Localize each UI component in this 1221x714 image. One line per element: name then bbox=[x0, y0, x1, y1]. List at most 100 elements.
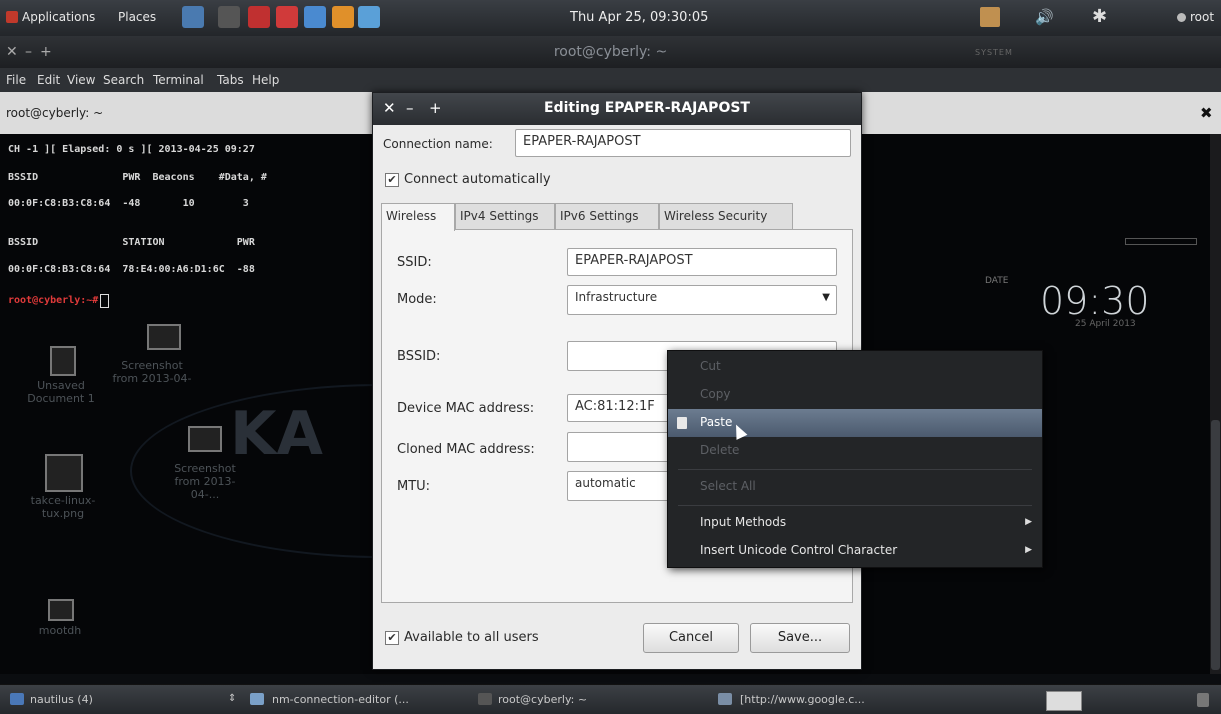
user-status-icon bbox=[1177, 13, 1186, 22]
terminal-line-4: BSSID STATION PWR bbox=[8, 237, 255, 248]
context-menu-insert-unicode[interactable]: Insert Unicode Control Character ▶ bbox=[668, 537, 1042, 565]
device-mac-label: Device MAC address: bbox=[397, 401, 535, 416]
insert-unicode-label: Insert Unicode Control Character bbox=[700, 543, 898, 557]
workspace-switcher[interactable] bbox=[1046, 691, 1082, 711]
tab-ipv4-settings[interactable]: IPv4 Settings bbox=[455, 203, 555, 229]
connection-name-label: Connection name: bbox=[383, 137, 493, 151]
available-to-all-users-checkbox[interactable]: ✔ bbox=[385, 631, 399, 645]
submenu-arrow-icon: ▶ bbox=[1025, 517, 1032, 527]
conky-date: 25 April 2013 bbox=[1075, 319, 1136, 329]
submenu-arrow-icon: ▶ bbox=[1025, 545, 1032, 555]
terminal-tab[interactable]: root@cyberly: ~ bbox=[6, 106, 103, 120]
taskbar-item-terminal[interactable]: root@cyberly: ~ bbox=[498, 693, 587, 712]
context-menu-input-methods[interactable]: Input Methods ▶ bbox=[668, 509, 1042, 537]
context-menu-separator-2 bbox=[678, 505, 1032, 506]
mtu-label: MTU: bbox=[397, 479, 431, 494]
distro-icon[interactable] bbox=[6, 11, 18, 23]
context-menu-copy[interactable]: Copy bbox=[668, 381, 1042, 409]
network-editor-icon bbox=[250, 693, 264, 705]
conky-network-bar bbox=[1125, 238, 1197, 245]
cancel-button[interactable]: Cancel bbox=[643, 623, 739, 653]
chevron-down-icon: ▼ bbox=[822, 292, 830, 303]
tab-close-icon[interactable]: ✖ bbox=[1200, 104, 1213, 122]
terminal-menubar: File Edit View Search Terminal Tabs Help bbox=[0, 68, 1221, 93]
terminal-scroll-thumb[interactable] bbox=[1211, 420, 1220, 670]
menu-terminal[interactable]: Terminal bbox=[153, 73, 204, 87]
available-to-all-users-label[interactable]: Available to all users bbox=[404, 630, 539, 645]
desktop-icon-doc[interactable] bbox=[50, 346, 76, 376]
taskbar-item-browser[interactable]: [http://www.google.c... bbox=[740, 693, 865, 712]
menu-edit[interactable]: Edit bbox=[37, 73, 60, 87]
menu-view[interactable]: View bbox=[67, 73, 95, 87]
conky-time: 09:30 bbox=[1040, 279, 1150, 323]
tab-wireless[interactable]: Wireless bbox=[381, 203, 455, 231]
ssid-label: SSID: bbox=[397, 255, 432, 270]
user-menu[interactable]: root bbox=[1190, 10, 1214, 24]
context-menu-select-all[interactable]: Select All bbox=[668, 473, 1042, 501]
taskbar-item-nautilus[interactable]: nautilus (4) bbox=[30, 693, 93, 712]
conky-system-label: SYSTEM bbox=[975, 48, 1013, 57]
launcher-icon-6[interactable] bbox=[332, 6, 354, 28]
panel-clock[interactable]: Thu Apr 25, 09:30:05 bbox=[570, 10, 708, 25]
bssid-label: BSSID: bbox=[397, 349, 441, 364]
menu-tabs[interactable]: Tabs bbox=[217, 73, 244, 87]
ssid-field[interactable]: EPAPER-RAJAPOST bbox=[567, 248, 837, 276]
network-icon[interactable] bbox=[980, 7, 1000, 27]
trash-icon[interactable] bbox=[1197, 693, 1209, 707]
bottom-taskbar: nautilus (4) ⇕ nm-connection-editor (...… bbox=[0, 684, 1221, 714]
taskbar-group-arrows-icon[interactable]: ⇕ bbox=[228, 693, 236, 704]
desktop-icon-tux[interactable] bbox=[45, 454, 83, 492]
menu-file[interactable]: File bbox=[6, 73, 26, 87]
connect-automatically-label[interactable]: Connect automatically bbox=[404, 172, 551, 187]
context-menu-cut[interactable]: Cut bbox=[668, 353, 1042, 381]
menu-help[interactable]: Help bbox=[252, 73, 279, 87]
desktop-label-tux[interactable]: takce-linux-tux.png bbox=[20, 494, 106, 520]
context-menu-delete[interactable]: Delete bbox=[668, 437, 1042, 465]
dialog-titlebar: ✕ – + Editing EPAPER-RAJAPOST bbox=[373, 93, 861, 125]
paste-icon bbox=[677, 417, 687, 429]
dialog-title: Editing EPAPER-RAJAPOST bbox=[544, 100, 750, 116]
launcher-icon-5[interactable] bbox=[304, 6, 326, 28]
context-menu-separator bbox=[678, 469, 1032, 470]
desktop-icon-image[interactable] bbox=[147, 324, 181, 350]
taskbar-item-nm-editor[interactable]: nm-connection-editor (... bbox=[272, 693, 409, 712]
mode-select-value: Infrastructure bbox=[575, 290, 658, 304]
desktop-label-unsaved[interactable]: Unsaved Document 1 bbox=[20, 379, 102, 405]
terminal-prompt: root@cyberly:~# bbox=[8, 295, 99, 306]
desktop-icon-screenshot2[interactable] bbox=[188, 426, 222, 452]
terminal-line-1: CH -1 ][ Elapsed: 0 s ][ 2013-04-25 09:2… bbox=[8, 144, 255, 155]
desktop-label-screenshot1[interactable]: Screenshot from 2013-04- bbox=[112, 359, 192, 385]
tab-ipv6-settings[interactable]: IPv6 Settings bbox=[555, 203, 659, 229]
volume-icon[interactable]: 🔊 bbox=[1035, 8, 1054, 26]
terminal-titlebar: ✕ – + root@cyberly: ~ SYSTEM bbox=[0, 36, 1221, 68]
menu-search[interactable]: Search bbox=[103, 73, 144, 87]
terminal-icon bbox=[478, 693, 492, 705]
mode-select[interactable]: Infrastructure ▼ bbox=[567, 285, 837, 315]
desktop-label-mootdh[interactable]: mootdh bbox=[20, 624, 100, 637]
context-menu: Cut Copy Paste Delete Select All Input M… bbox=[667, 350, 1043, 568]
launcher-icon-2[interactable] bbox=[218, 6, 240, 28]
launcher-icon-3[interactable] bbox=[248, 6, 270, 28]
launcher-icon-4[interactable] bbox=[276, 6, 298, 28]
save-button[interactable]: Save... bbox=[750, 623, 850, 653]
input-methods-label: Input Methods bbox=[700, 515, 787, 529]
desktop-icon-folder[interactable] bbox=[48, 599, 74, 621]
wallpaper-kali-text: KA bbox=[230, 399, 323, 469]
cloned-mac-label: Cloned MAC address: bbox=[397, 442, 535, 457]
browser-icon bbox=[718, 693, 732, 705]
terminal-cursor bbox=[100, 294, 109, 308]
desktop-label-screenshot2[interactable]: Screenshot from 2013-04-... bbox=[162, 462, 248, 501]
top-panel: Applications Places Thu Apr 25, 09:30:05… bbox=[0, 0, 1221, 37]
applications-menu[interactable]: Applications bbox=[22, 10, 95, 24]
folder-icon bbox=[10, 693, 24, 705]
context-menu-paste[interactable]: Paste bbox=[668, 409, 1042, 437]
tab-wireless-security[interactable]: Wireless Security bbox=[659, 203, 793, 229]
launcher-icon-1[interactable] bbox=[182, 6, 204, 28]
launcher-icon-7[interactable] bbox=[358, 6, 380, 28]
bluetooth-icon[interactable]: ✱ bbox=[1092, 6, 1107, 27]
conky-date-label: DATE bbox=[985, 276, 1009, 286]
connect-automatically-checkbox[interactable]: ✔ bbox=[385, 173, 399, 187]
connection-name-field[interactable]: EPAPER-RAJAPOST bbox=[515, 129, 851, 157]
mode-label: Mode: bbox=[397, 292, 437, 307]
places-menu[interactable]: Places bbox=[118, 10, 156, 24]
